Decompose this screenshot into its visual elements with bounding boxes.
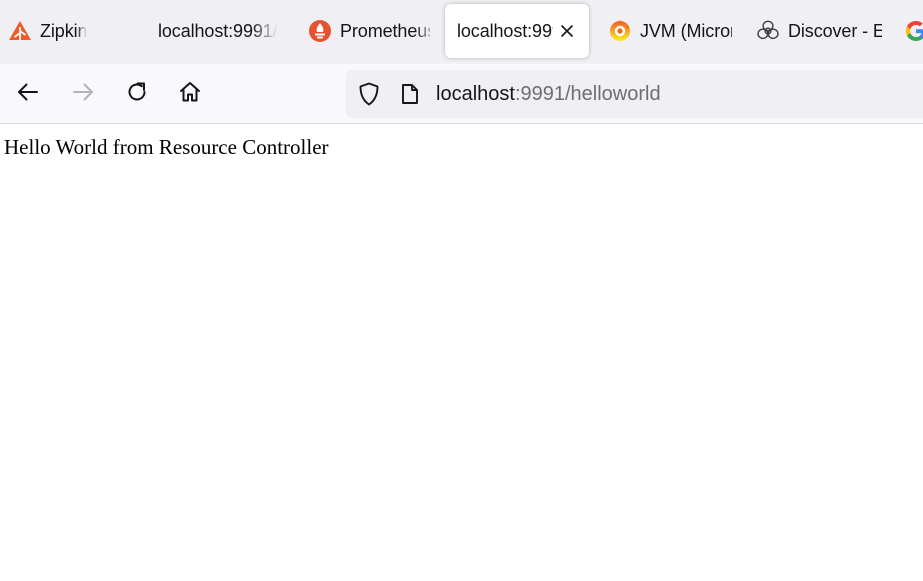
tab-active-localhost[interactable]: localhost:9991 (445, 4, 589, 58)
close-icon[interactable] (557, 21, 577, 41)
home-button[interactable] (174, 78, 206, 110)
navigation-toolbar: localhost:9991/helloworld (0, 64, 923, 124)
url-host: localhost (436, 82, 515, 105)
shield-icon[interactable] (355, 80, 383, 108)
back-button[interactable] (12, 78, 44, 110)
tab-discover-elastic[interactable]: Discover - Elastic (756, 4, 882, 58)
home-icon (177, 79, 203, 110)
prometheus-icon (308, 19, 332, 43)
address-bar[interactable]: localhost:9991/helloworld (346, 70, 923, 118)
tab-title: localhost:9991/ (158, 20, 278, 41)
tab-jvm-micrometer[interactable]: JVM (Micrometer) (608, 4, 732, 58)
page-icon[interactable] (396, 80, 424, 108)
arrow-right-icon (70, 79, 96, 110)
arrow-left-icon (15, 79, 41, 110)
google-icon (904, 19, 923, 43)
tab-localhost-9991[interactable]: localhost:9991/ (158, 4, 278, 58)
url-path: :9991/helloworld (514, 82, 661, 105)
kibana-icon (756, 19, 780, 43)
url-text[interactable]: localhost:9991/helloworld (436, 83, 661, 106)
page-content: Hello World from Resource Controller (0, 124, 923, 170)
reload-button[interactable] (121, 78, 153, 110)
tab-strip: Zipkin localhost:9991/ Prometheus localh… (0, 0, 923, 64)
zipkin-icon (8, 19, 32, 43)
grafana-icon (608, 19, 632, 43)
tab-zipkin[interactable]: Zipkin (8, 4, 140, 58)
tab-title: Discover - Elastic (788, 20, 882, 41)
tab-title: JVM (Micrometer) (640, 20, 732, 41)
tab-title: Zipkin (40, 20, 88, 41)
tab-prometheus[interactable]: Prometheus (308, 4, 430, 58)
tab-title: Prometheus (340, 20, 430, 41)
forward-button[interactable] (67, 78, 99, 110)
tab-title: localhost:9991 (457, 20, 553, 41)
tab-google[interactable] (904, 4, 923, 58)
page-body-text: Hello World from Resource Controller (4, 135, 329, 159)
reload-icon (124, 79, 150, 110)
